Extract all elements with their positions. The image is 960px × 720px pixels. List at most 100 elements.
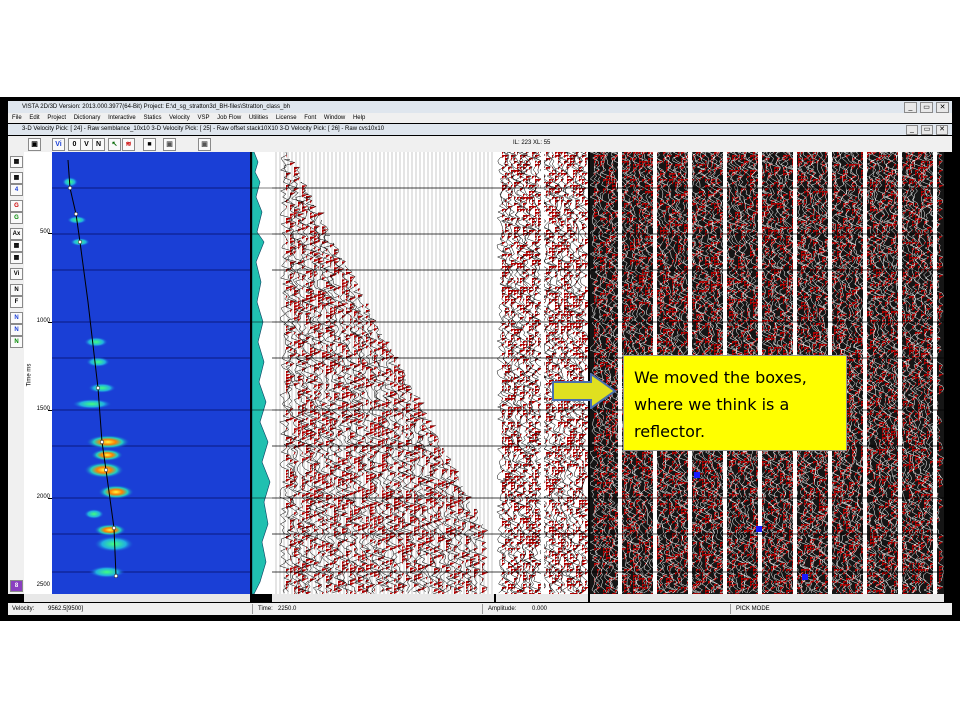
cvs-panel-separator — [933, 152, 937, 594]
gather-scrollbar[interactable] — [272, 594, 494, 602]
menu-vsp[interactable]: VSP — [197, 115, 209, 121]
subwindow-title-bar: 3-D Velocity Pick: [ 24] - Raw semblance… — [8, 124, 952, 135]
minimize-button[interactable]: _ — [904, 102, 917, 113]
tool-button-3[interactable]: 4 — [10, 184, 23, 196]
subwindow-title: 3-D Velocity Pick: [ 24] - Raw semblance… — [22, 126, 385, 132]
status-separator — [730, 604, 731, 614]
toolbar: ▣ Vi 0 V N ↖ ≋ ■ ▣ ▣ IL: 223 XL: 55 — [8, 136, 952, 152]
semblance-scrollbar[interactable] — [24, 594, 250, 602]
tool-button-g2[interactable]: G — [10, 212, 23, 224]
wiggle-trace — [295, 182, 309, 594]
wiggle-trace — [415, 410, 429, 594]
menu-dictionary[interactable]: Dictionary — [74, 115, 101, 121]
menu-edit[interactable]: Edit — [29, 115, 39, 121]
wiggle-trace — [463, 501, 477, 592]
cvs-panel-separator — [898, 152, 902, 594]
time-label: Time: — [258, 606, 273, 612]
menu-velocity[interactable]: Velocity — [169, 115, 190, 121]
wiggle-fill — [366, 304, 372, 594]
left-tool-palette: ▦ ▦ 4 G G Ax ▦ ▦ Vi N F N N N 8 — [8, 152, 24, 594]
annotation-callout: We moved the boxes, where we think is a … — [623, 355, 847, 451]
menu-file[interactable]: File — [12, 115, 22, 121]
wiggle-fill — [585, 152, 588, 590]
menu-bar: File Edit Project Dictionary Interactive… — [8, 113, 952, 123]
status-separator — [252, 604, 253, 614]
tool-button-8[interactable]: ▦ — [10, 252, 23, 264]
menu-statics[interactable]: Statics — [143, 115, 161, 121]
time-value: 2250.0 — [278, 606, 297, 612]
tool-button-n4[interactable]: N — [10, 336, 23, 348]
pick-marker[interactable] — [756, 526, 762, 532]
tick-label: 500 — [39, 229, 50, 235]
tick-label: 2000 — [36, 494, 50, 500]
subwindow-close-button[interactable]: ✕ — [936, 125, 948, 135]
offset-gather-panel[interactable] — [272, 152, 496, 594]
tool-button-bottom[interactable]: 8 — [10, 580, 23, 592]
stack-scrollbar[interactable] — [496, 594, 588, 602]
wiggle-icon[interactable]: ≋ — [122, 138, 135, 151]
tool-button-2[interactable]: ▦ — [10, 172, 23, 184]
menu-window[interactable]: Window — [324, 115, 345, 121]
callout-text: We moved the boxes, where we think is a … — [634, 368, 807, 441]
annotation-arrow — [551, 373, 617, 409]
tool-button-ax[interactable]: Ax — [10, 228, 23, 240]
cvs-panel-separator — [618, 152, 622, 594]
time-axis: Time ms 500 1000 1500 2000 2500 — [24, 152, 52, 594]
cvs-panel-separator — [863, 152, 867, 594]
pointer-icon[interactable]: ↖ — [108, 138, 121, 151]
tool-button-7[interactable]: ▦ — [10, 240, 23, 252]
menu-help[interactable]: Help — [353, 115, 365, 121]
velocity-label: Velocity: — [12, 606, 35, 612]
wiggle-fill — [378, 335, 385, 585]
amplitude-label: Amplitude: — [488, 606, 517, 612]
tick-label: 1500 — [36, 406, 50, 412]
toolbar-button-10[interactable]: ▣ — [198, 138, 211, 151]
wiggle-fill — [906, 152, 911, 590]
title-bar: VISTA 2D/3D Version: 2013.000.3977(64-Bi… — [8, 101, 952, 113]
cvs-scrollbar[interactable] — [590, 594, 944, 602]
tool-button-g[interactable]: G — [10, 200, 23, 212]
tool-button-1[interactable]: ▦ — [10, 156, 23, 168]
velocity-value: 9562.5[9500] — [48, 606, 84, 612]
tool-button-f[interactable]: F — [10, 296, 23, 308]
wiggle-fill — [354, 284, 361, 594]
semblance-energy — [62, 177, 134, 578]
menu-utilities[interactable]: Utilities — [249, 115, 268, 121]
subwindow-minimize-button[interactable]: _ — [906, 125, 918, 135]
tool-button-vi[interactable]: Vi — [10, 268, 23, 280]
tool-button-n2[interactable]: N — [10, 312, 23, 324]
menu-project[interactable]: Project — [47, 115, 66, 121]
subwindow-maximize-button[interactable]: ▭ — [921, 125, 933, 135]
wiggle-fill — [374, 325, 381, 593]
menu-font[interactable]: Font — [304, 115, 316, 121]
toolbar-button-1[interactable]: ▣ — [28, 138, 41, 151]
menu-interactive[interactable]: Interactive — [108, 115, 136, 121]
menu-job-flow[interactable]: Job Flow — [217, 115, 241, 121]
amplitude-value: 0.000 — [532, 606, 548, 612]
semblance-panel[interactable] — [52, 152, 250, 594]
wiggle-fill — [454, 471, 461, 594]
toolbar-button-9[interactable]: ▣ — [163, 138, 176, 151]
il-xl-readout: IL: 223 XL: 55 — [513, 140, 551, 146]
tool-button-n3[interactable]: N — [10, 324, 23, 336]
pick-marker[interactable] — [694, 472, 700, 478]
maximize-button[interactable]: ▭ — [920, 102, 933, 113]
tick-label: 2500 — [36, 582, 50, 588]
pick-marker[interactable] — [802, 574, 808, 580]
close-button[interactable]: ✕ — [936, 102, 949, 113]
tool-button-n[interactable]: N — [10, 284, 23, 296]
toolbar-n-button[interactable]: N — [92, 138, 105, 151]
toolbar-button-8[interactable]: ■ — [143, 138, 156, 151]
right-arrow-icon — [552, 373, 617, 409]
time-axis-label: Time ms — [26, 363, 33, 387]
panel-separator — [541, 152, 544, 594]
semblance-profile-strip — [252, 152, 272, 594]
toolbar-velocity-button[interactable]: Vi — [52, 138, 65, 151]
mode-indicator: PICK MODE — [736, 606, 770, 612]
status-separator — [482, 604, 483, 614]
menu-license[interactable]: License — [276, 115, 297, 121]
status-bar: Velocity: 9562.5[9500] Time: 2250.0 Ampl… — [8, 603, 952, 615]
window-title: VISTA 2D/3D Version: 2013.000.3977(64-Bi… — [22, 104, 291, 110]
tick-label: 1000 — [36, 318, 50, 324]
semblance-profile — [252, 152, 272, 594]
